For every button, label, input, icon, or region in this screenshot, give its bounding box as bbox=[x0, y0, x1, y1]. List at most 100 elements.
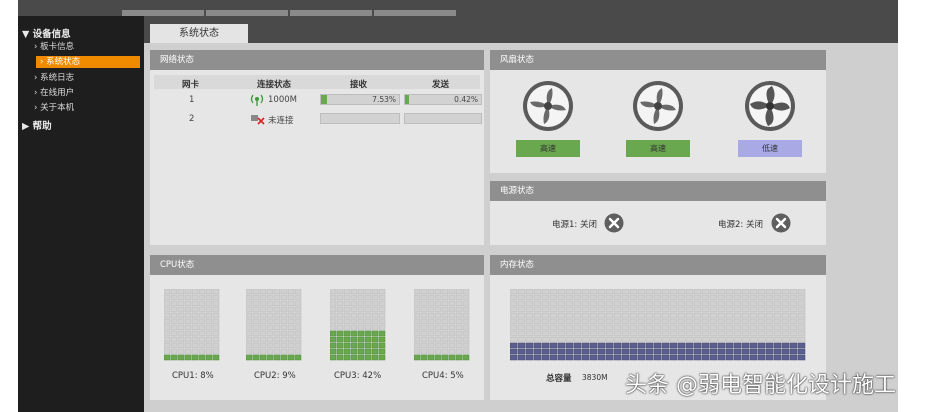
memory-cell bbox=[589, 312, 598, 319]
sidebar-section-device-info[interactable]: ▼ 设备信息 bbox=[22, 26, 71, 40]
cpu-cell bbox=[280, 294, 288, 301]
memory-cell bbox=[629, 348, 638, 355]
cpu-cell bbox=[364, 324, 372, 331]
cpu-cell bbox=[198, 324, 206, 331]
cpu-cell bbox=[357, 318, 365, 325]
memory-cell bbox=[589, 300, 598, 307]
memory-cell bbox=[605, 300, 614, 307]
sidebar-section-help[interactable]: ▶ 帮助 bbox=[22, 118, 52, 132]
memory-cell bbox=[581, 354, 590, 361]
memory-cell bbox=[573, 342, 582, 349]
cpu-cell bbox=[413, 324, 421, 331]
cpu-usage-grid bbox=[329, 288, 386, 361]
cpu-cell bbox=[336, 312, 344, 319]
memory-cell bbox=[557, 336, 566, 343]
panel-title: 电源状态 bbox=[490, 181, 826, 201]
sidebar-item-online-users[interactable]: › 在线用户 bbox=[34, 87, 138, 99]
cpu-cell bbox=[266, 342, 274, 349]
cpu-cell bbox=[462, 294, 470, 301]
memory-cell bbox=[613, 336, 622, 343]
memory-cell bbox=[685, 294, 694, 301]
column-header-recv: 接收 bbox=[350, 80, 368, 90]
memory-cell bbox=[749, 306, 758, 313]
memory-cell bbox=[525, 324, 534, 331]
sidebar-item-system-log[interactable]: › 系统日志 bbox=[34, 72, 138, 84]
cpu-cell bbox=[378, 324, 386, 331]
cpu-status-panel: CPU状态 CPU1: 8% CPU2: 9% CPU3: 42% CPU4: … bbox=[150, 255, 484, 400]
memory-cell bbox=[765, 336, 774, 343]
cpu-grid-svg bbox=[245, 288, 302, 361]
memory-cell bbox=[589, 336, 598, 343]
cpu-cell bbox=[336, 306, 344, 313]
memory-cell bbox=[533, 348, 542, 355]
memory-cell bbox=[669, 318, 678, 325]
cpu-cell bbox=[357, 348, 365, 355]
memory-cell bbox=[733, 318, 742, 325]
cpu-cell bbox=[336, 330, 344, 337]
cpu-cell bbox=[413, 300, 421, 307]
cpu-cell bbox=[273, 312, 281, 319]
cpu-cell bbox=[177, 330, 185, 337]
memory-cell bbox=[693, 294, 702, 301]
memory-cell bbox=[749, 330, 758, 337]
memory-cell bbox=[733, 306, 742, 313]
memory-cell bbox=[509, 336, 518, 343]
cpu-cell bbox=[364, 336, 372, 343]
cpu-cell bbox=[177, 324, 185, 331]
cpu-cell bbox=[294, 324, 302, 331]
memory-cell bbox=[781, 294, 790, 301]
cpu-cell bbox=[427, 324, 435, 331]
memory-cell bbox=[693, 330, 702, 337]
memory-cell bbox=[741, 312, 750, 319]
memory-cell bbox=[581, 306, 590, 313]
cpu-cell bbox=[273, 336, 281, 343]
cpu-cell bbox=[205, 342, 213, 349]
cpu-cell bbox=[287, 306, 295, 313]
fan-icon bbox=[745, 81, 795, 131]
cpu-cell bbox=[441, 342, 449, 349]
memory-cell bbox=[589, 324, 598, 331]
memory-cell bbox=[613, 312, 622, 319]
memory-cell bbox=[725, 318, 734, 325]
memory-cell bbox=[621, 324, 630, 331]
tab-system-status[interactable]: 系统状态 bbox=[150, 24, 248, 43]
memory-cell bbox=[797, 336, 806, 343]
cpu-cell bbox=[212, 330, 220, 337]
memory-cell bbox=[757, 288, 766, 295]
cpu-cell bbox=[294, 354, 302, 361]
sidebar-item-about[interactable]: › 关于本机 bbox=[34, 102, 138, 114]
memory-cell bbox=[565, 294, 574, 301]
cpu-cell bbox=[245, 300, 253, 307]
cpu-cell bbox=[184, 306, 192, 313]
memory-cell bbox=[693, 288, 702, 295]
memory-cell bbox=[797, 342, 806, 349]
cpu-cell bbox=[364, 294, 372, 301]
cpu-cell bbox=[184, 330, 192, 337]
memory-cell bbox=[525, 354, 534, 361]
memory-cell bbox=[773, 306, 782, 313]
fan-speed-label: 低速 bbox=[738, 140, 802, 157]
memory-cell bbox=[741, 324, 750, 331]
memory-cell bbox=[797, 348, 806, 355]
memory-cell bbox=[669, 306, 678, 313]
memory-cell bbox=[525, 294, 534, 301]
memory-cell bbox=[621, 348, 630, 355]
cpu-cell bbox=[448, 294, 456, 301]
recv-bar bbox=[320, 113, 400, 124]
memory-cell bbox=[781, 354, 790, 361]
cpu-cell bbox=[163, 312, 171, 319]
memory-cell bbox=[509, 354, 518, 361]
cpu-cell bbox=[212, 318, 220, 325]
memory-cell bbox=[613, 342, 622, 349]
cpu-cell bbox=[191, 330, 199, 337]
memory-cell bbox=[613, 294, 622, 301]
memory-cell bbox=[533, 342, 542, 349]
cpu-cell bbox=[427, 330, 435, 337]
memory-cell bbox=[677, 288, 686, 295]
cpu-cell bbox=[420, 294, 428, 301]
cpu-cell bbox=[455, 306, 463, 313]
sidebar-item-board-info[interactable]: › 板卡信息 bbox=[34, 41, 138, 53]
sidebar-item-system-status[interactable]: › 系统状态 bbox=[36, 56, 140, 68]
cpu-cell bbox=[184, 300, 192, 307]
cpu-cell bbox=[184, 342, 192, 349]
